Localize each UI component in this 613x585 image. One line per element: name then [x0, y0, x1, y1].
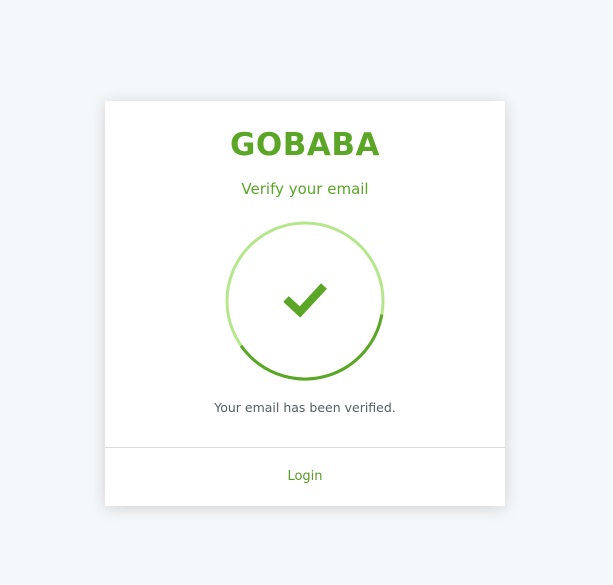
- verification-card: GOBABA Verify your email Your email has …: [105, 101, 505, 506]
- verified-status-ring: [225, 221, 385, 381]
- progress-ring-fill: [239, 314, 384, 381]
- login-link[interactable]: Login: [105, 448, 505, 506]
- page-title: Verify your email: [241, 180, 369, 198]
- checkmark-icon: [283, 283, 327, 318]
- brand-logo: GOBABA: [229, 127, 381, 163]
- verification-message: Your email has been verified.: [214, 400, 396, 415]
